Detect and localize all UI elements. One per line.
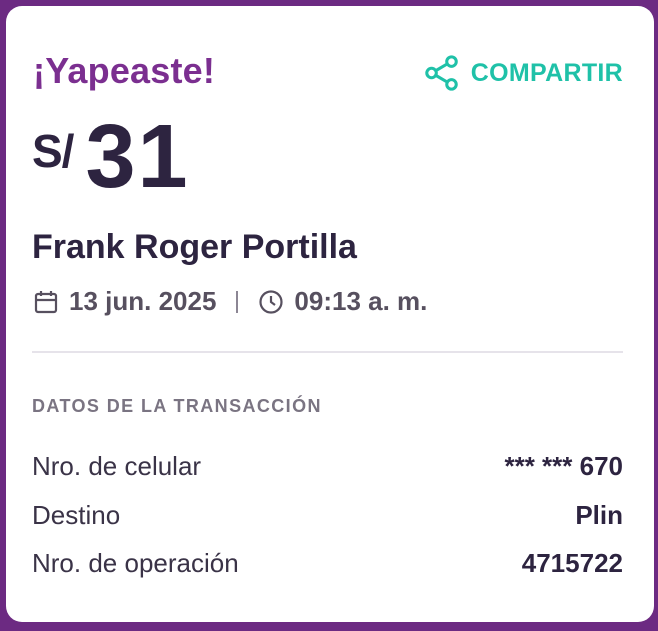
- success-headline: ¡Yapeaste!: [33, 50, 216, 91]
- detail-value: 4715722: [521, 548, 623, 578]
- detail-row-phone: Nro. de celular *** *** 670: [32, 451, 623, 482]
- clock-icon: [259, 289, 284, 314]
- detail-label: Destino: [32, 500, 121, 530]
- recipient-name: Frank Roger Portilla: [32, 228, 357, 266]
- share-icon: [425, 55, 458, 91]
- share-label: COMPARTIR: [470, 58, 623, 87]
- amount-value: 31: [85, 107, 190, 207]
- transaction-time: 09:13 a. m.: [294, 286, 428, 316]
- transaction-details-title: DATOS DE LA TRANSACCIÓN: [32, 396, 322, 416]
- detail-value: Plin: [575, 500, 623, 530]
- divider: [32, 351, 623, 353]
- date-time-row: 13 jun. 2025 09:13 a. m.: [33, 286, 427, 317]
- detail-row-destination: Destino Plin: [32, 500, 623, 531]
- detail-row-operation: Nro. de operación 4715722: [32, 548, 623, 579]
- calendar-icon: [34, 290, 58, 313]
- amount: S/ 31: [32, 110, 190, 204]
- transaction-date: 13 jun. 2025: [69, 286, 217, 316]
- currency-symbol: S/: [32, 125, 74, 177]
- transaction-receipt-card: ¡Yapeaste! COMPARTIR S/ 31 Frank Roger P…: [6, 6, 654, 622]
- meta-separator: [236, 290, 239, 313]
- detail-label: Nro. de celular: [32, 451, 202, 481]
- detail-label: Nro. de operación: [32, 548, 239, 578]
- share-button[interactable]: COMPARTIR: [423, 54, 623, 92]
- detail-value: *** *** 670: [504, 451, 623, 481]
